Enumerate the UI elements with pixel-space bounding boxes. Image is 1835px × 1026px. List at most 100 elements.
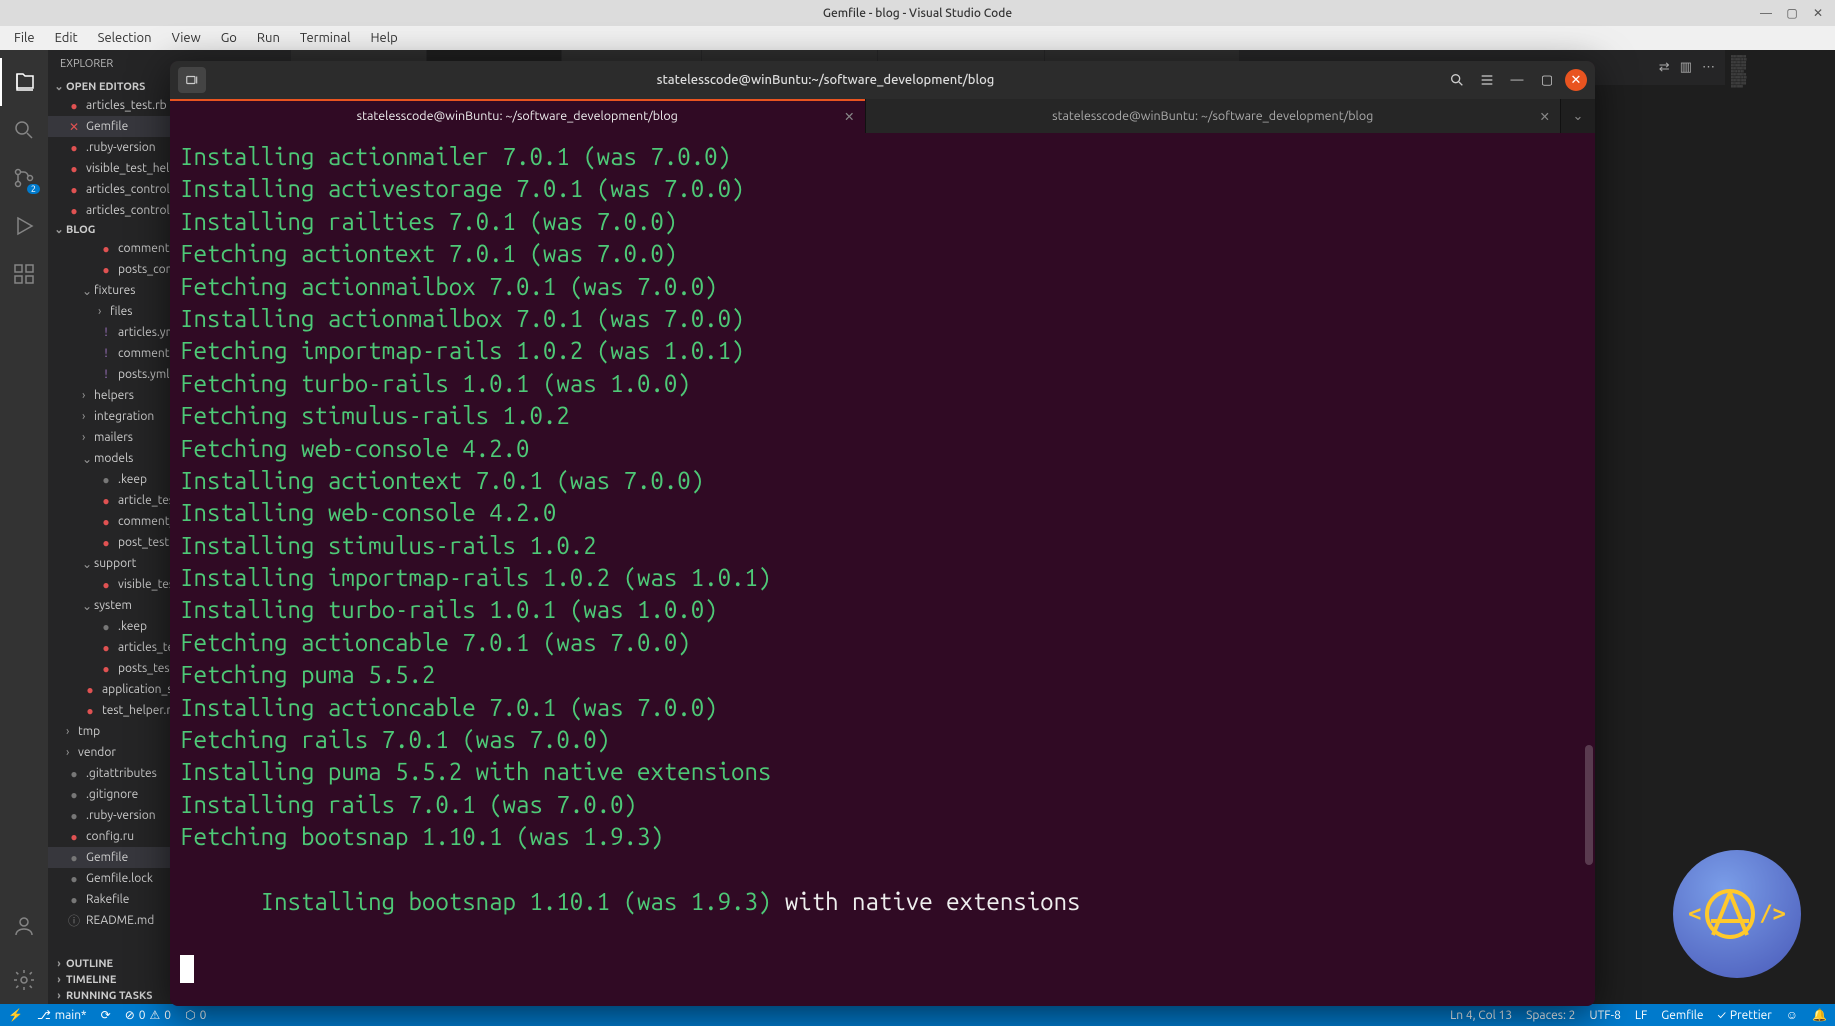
chevron-right-icon: › [82, 410, 94, 423]
terminal-tab-close-icon[interactable]: ✕ [1540, 109, 1550, 124]
file-icon: ● [66, 183, 82, 197]
file-icon: ! [98, 326, 114, 339]
terminal-minimize-icon[interactable]: — [1505, 68, 1529, 92]
status-problems[interactable]: ⊘ 0 ⚠ 0 [125, 1008, 171, 1022]
item-label: support [94, 557, 136, 570]
terminal-tab-close-icon[interactable]: ✕ [844, 109, 854, 124]
item-label: posts.yml [118, 368, 169, 381]
chevron-down-icon: ⌄ [82, 284, 94, 298]
terminal-line: Installing bootsnap 1.10.1 (was 1.9.3) w… [180, 854, 1585, 951]
item-label: .keep [118, 473, 147, 486]
item-label: system [94, 599, 132, 612]
extensions-icon[interactable] [0, 250, 48, 298]
chevron-right-icon: › [66, 725, 78, 738]
file-icon: ● [98, 515, 114, 529]
status-branch[interactable]: ⎇ main* [37, 1008, 87, 1022]
terminal-maximize-icon[interactable]: ▢ [1535, 68, 1559, 92]
terminal-content[interactable]: Installing actionmailer 7.0.1 (was 7.0.0… [170, 133, 1595, 1006]
source-control-icon[interactable]: 2 [0, 154, 48, 202]
file-icon: ● [98, 641, 114, 655]
status-formatter[interactable]: ✓ Prettier [1718, 1009, 1772, 1022]
chevron-down-icon: ⌄ [52, 80, 66, 93]
chevron-right-icon: › [98, 305, 110, 318]
file-icon: ● [98, 578, 114, 592]
chevron-down-icon: ⌄ [82, 452, 94, 466]
logo-right-bracket: /> [1759, 902, 1786, 927]
item-label: helpers [94, 389, 134, 402]
status-spaces[interactable]: Spaces: 2 [1526, 1009, 1575, 1022]
file-icon: ✕ [66, 120, 82, 134]
terminal-tab-2[interactable]: statelesscode@winBuntu: ~/software_devel… [866, 99, 1562, 133]
file-icon: ● [98, 473, 114, 487]
chevron-down-icon: ⌄ [82, 599, 94, 613]
item-label: .gitignore [86, 788, 138, 801]
terminal-title: statelesscode@winBuntu:~/software_develo… [214, 73, 1437, 87]
terminal-tab-label: statelesscode@winBuntu: ~/software_devel… [1052, 109, 1373, 123]
search-icon[interactable] [0, 106, 48, 154]
file-icon: ● [66, 872, 82, 886]
file-icon: ! [98, 347, 114, 360]
item-label: tmp [78, 725, 100, 738]
status-cursor[interactable]: Ln 4, Col 13 [1450, 1009, 1512, 1022]
item-label: models [94, 452, 133, 465]
run-debug-icon[interactable] [0, 202, 48, 250]
menu-help[interactable]: Help [362, 29, 405, 47]
file-icon: ● [98, 494, 114, 508]
status-feedback-icon[interactable]: ☺ [1786, 1008, 1798, 1022]
menu-run[interactable]: Run [249, 29, 288, 47]
terminal-line: Installing activestorage 7.0.1 (was 7.0.… [180, 173, 1585, 205]
terminal-line: Installing web-console 4.2.0 [180, 497, 1585, 529]
terminal-close-icon[interactable]: ✕ [1565, 69, 1587, 91]
menu-go[interactable]: Go [213, 29, 245, 47]
window-maximize-icon[interactable]: ▢ [1785, 6, 1799, 20]
explorer-icon[interactable] [0, 58, 48, 106]
compare-changes-icon[interactable]: ⇄ [1659, 60, 1670, 75]
status-ports[interactable]: ⬡ 0 [185, 1008, 206, 1022]
terminal-tabbar: statelesscode@winBuntu: ~/software_devel… [170, 99, 1595, 133]
menu-view[interactable]: View [164, 29, 209, 47]
chevron-down-icon: ⌄ [52, 223, 66, 236]
file-icon: ⓘ [66, 912, 82, 929]
menu-selection[interactable]: Selection [90, 29, 160, 47]
status-language[interactable]: Gemfile [1661, 1009, 1703, 1022]
open-editors-label: OPEN EDITORS [66, 81, 145, 93]
terminal-scrollbar[interactable] [1585, 745, 1593, 865]
terminal-new-tab-button[interactable] [178, 67, 206, 93]
window-close-icon[interactable]: ✕ [1811, 6, 1825, 20]
accounts-icon[interactable] [0, 902, 48, 950]
terminal-tab-dropdown-icon[interactable]: ⌄ [1561, 99, 1595, 133]
menu-file[interactable]: File [6, 29, 43, 47]
terminal-titlebar: statelesscode@winBuntu:~/software_develo… [170, 61, 1595, 99]
settings-gear-icon[interactable] [0, 956, 48, 1004]
more-actions-icon[interactable]: ⋯ [1702, 60, 1715, 75]
file-icon: ! [98, 368, 114, 381]
status-remote[interactable]: ⚡ [8, 1008, 23, 1022]
terminal-cursor [180, 955, 194, 983]
status-sync[interactable]: ⟳ [101, 1008, 111, 1022]
status-bell-icon[interactable]: 🔔 [1812, 1008, 1827, 1022]
item-label: Rakefile [86, 893, 129, 906]
window-minimize-icon[interactable]: — [1759, 6, 1773, 20]
item-label: integration [94, 410, 154, 423]
terminal-tab-1[interactable]: statelesscode@winBuntu: ~/software_devel… [170, 99, 866, 133]
split-editor-icon[interactable]: ▥ [1680, 60, 1692, 75]
terminal-menu-icon[interactable] [1475, 68, 1499, 92]
status-encoding[interactable]: UTF-8 [1589, 1009, 1620, 1022]
file-icon: ● [98, 662, 114, 676]
menu-terminal[interactable]: Terminal [292, 29, 359, 47]
menu-edit[interactable]: Edit [47, 29, 86, 47]
file-icon: ● [66, 767, 82, 781]
file-icon: ● [98, 263, 114, 277]
chevron-right-icon: › [52, 974, 66, 986]
channel-logo: < /> [1673, 850, 1801, 978]
file-icon: ● [66, 162, 82, 176]
terminal-search-icon[interactable] [1445, 68, 1469, 92]
terminal-line: Installing railties 7.0.1 (was 7.0.0) [180, 206, 1585, 238]
terminal-text-green: Installing bootsnap 1.10.1 (was 1.9.3) [261, 888, 785, 915]
terminal-tab-label: statelesscode@winBuntu: ~/software_devel… [357, 109, 678, 123]
terminal-line: Installing puma 5.5.2 with native extens… [180, 756, 1585, 788]
status-eol[interactable]: LF [1635, 1009, 1647, 1022]
terminal-line: Installing stimulus-rails 1.0.2 [180, 530, 1585, 562]
chevron-right-icon: › [52, 990, 66, 1002]
terminal-line: Fetching actioncable 7.0.1 (was 7.0.0) [180, 627, 1585, 659]
